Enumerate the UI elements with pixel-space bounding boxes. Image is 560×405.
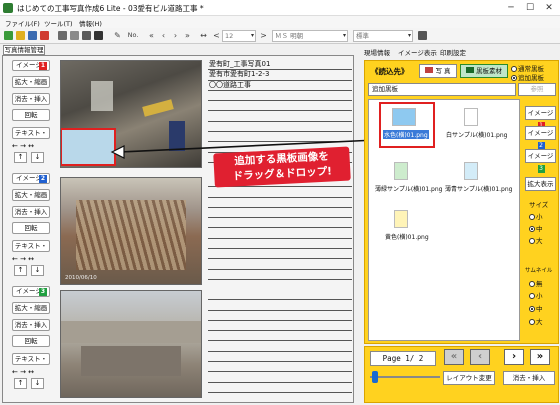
board-thumbnail[interactable] (392, 108, 416, 126)
zoom-slider-handle[interactable] (372, 371, 378, 383)
thumb-medium-radio[interactable]: 中 (529, 303, 543, 313)
folder-path-field[interactable]: 追加黒板 (368, 83, 516, 96)
thumb-small-radio[interactable]: 小 (529, 290, 543, 300)
prev-page-button[interactable]: ‹ (470, 349, 490, 365)
zoom-view-button[interactable]: 拡大表示 (525, 177, 556, 191)
board-thumbnail-label: 水色(横)01.png (383, 130, 429, 139)
photo-source-button[interactable]: 写 真 (419, 64, 457, 78)
thumbnail-label: サムネイル (525, 268, 553, 274)
tab-print-settings[interactable]: 印刷設定 (440, 47, 466, 57)
add-board-radio[interactable]: 追加黒板 (511, 72, 544, 82)
board-thumbnail-label: 白サンプル(横)01.png (446, 132, 508, 139)
size-large-radio[interactable]: 大 (529, 235, 543, 245)
delete-insert-button[interactable]: 消去・挿入 (503, 371, 555, 385)
board-thumbnail-grid: 水色(横)01.png 白サンプル(横)01.png 薄緑サンプル(横)01.p… (368, 99, 520, 341)
zoom-slider-track[interactable] (370, 376, 440, 378)
board-thumbnail-label: 黄色(横)01.png (385, 234, 429, 241)
page-indicator: Page 1/ 2 (370, 351, 436, 366)
board-thumbnail-label: 薄緑サンプル(横)01.png (375, 186, 443, 193)
last-page-button[interactable]: » (530, 349, 550, 365)
image3-target-button[interactable]: イメージ3 (525, 149, 556, 173)
board-thumbnail[interactable] (394, 210, 408, 228)
tab-site-info[interactable]: 現場情報 (364, 47, 390, 57)
board-thumbnail[interactable] (464, 162, 478, 180)
size-small-radio[interactable]: 小 (529, 211, 543, 221)
tab-image-display[interactable]: イメージ表示 (398, 47, 437, 57)
first-page-button[interactable]: « (444, 349, 464, 365)
browse-button[interactable]: 参照 (518, 83, 556, 96)
thumb-large-radio[interactable]: 大 (529, 316, 543, 326)
size-medium-radio[interactable]: 中 (529, 223, 543, 233)
board-source-button[interactable]: 黒板素材 (460, 64, 508, 78)
read-source-label: 《読込先》 (371, 67, 409, 76)
thumb-none-radio[interactable]: 無 (529, 278, 543, 288)
layout-change-button[interactable]: レイアウト変更 (443, 371, 495, 385)
image-display-panel: 《読込先》 写 真 黒板素材 通常黒板 追加黒板 追加黒板 参照 水色(横)01… (364, 60, 559, 344)
image2-target-button[interactable]: イメージ2 (525, 126, 556, 150)
image1-target-button[interactable]: イメージ1 (525, 106, 556, 130)
board-thumbnail[interactable] (464, 108, 478, 126)
drag-annotation: 追加する黒板画像を ドラッグ＆ドロップ! (213, 146, 351, 188)
board-thumbnail[interactable] (394, 162, 408, 180)
next-page-button[interactable]: › (504, 349, 524, 365)
board-thumbnail-label: 薄青サンプル(横)01.png (445, 186, 513, 193)
size-label: サイズ (529, 201, 549, 209)
